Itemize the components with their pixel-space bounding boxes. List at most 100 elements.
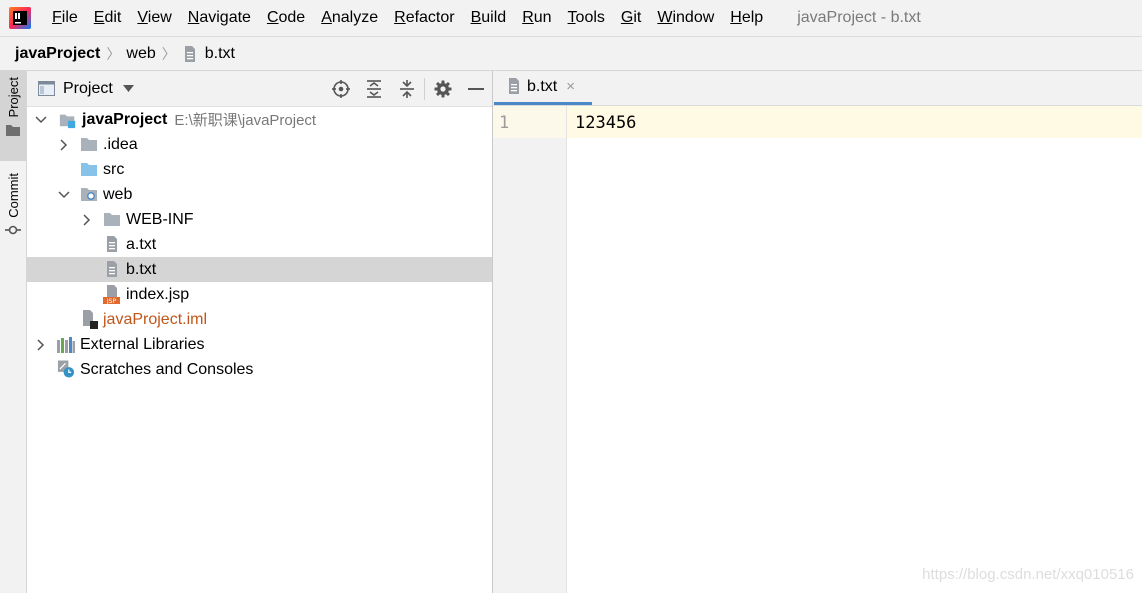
tree-node-index-jsp[interactable]: JSP index.jsp <box>27 282 492 307</box>
locate-icon <box>331 79 350 98</box>
menu-edit[interactable]: Edit <box>86 0 130 36</box>
text-file-icon <box>103 261 121 279</box>
menu-view[interactable]: View <box>129 0 179 36</box>
project-panel-title: Project <box>63 79 113 97</box>
close-icon[interactable]: × <box>566 78 575 95</box>
locate-button[interactable] <box>324 71 357 106</box>
menu-refactor[interactable]: Refactor <box>386 0 462 36</box>
project-panel: Project javaProject E:\新职课\javaProject .… <box>27 71 493 593</box>
tree-node-label: a.txt <box>126 235 157 253</box>
intellij-idea-icon[interactable] <box>9 7 31 29</box>
module-folder-icon <box>59 111 77 129</box>
chevron-down-icon[interactable] <box>122 85 134 92</box>
menu-bar: File Edit View Navigate Code Analyze Ref… <box>0 0 1142 37</box>
web-folder-icon <box>80 186 98 204</box>
window-title: javaProject - b.txt <box>797 9 921 26</box>
tool-tab-project-label: Project <box>5 77 21 118</box>
chevron-right-icon[interactable] <box>80 213 94 227</box>
watermark: https://blog.csdn.net/xxq010516 <box>922 566 1134 583</box>
collapse-all-button[interactable] <box>390 71 423 106</box>
breadcrumb-separator-icon: 〉 <box>106 45 121 62</box>
tree-node-b-txt[interactable]: b.txt <box>27 257 492 282</box>
tree-node-label: External Libraries <box>80 335 205 353</box>
tree-node-label: .idea <box>103 135 138 153</box>
project-tree: javaProject E:\新职课\javaProject .idea src <box>27 107 492 382</box>
project-panel-toolbar <box>324 71 492 106</box>
menu-code[interactable]: Code <box>259 0 313 36</box>
menu-help[interactable]: Help <box>722 0 771 36</box>
chevron-right-icon[interactable] <box>34 338 48 352</box>
breadcrumb-project[interactable]: javaProject <box>15 45 100 63</box>
menu-file[interactable]: File <box>44 0 86 36</box>
libraries-icon <box>57 336 75 354</box>
breadcrumb: javaProject 〉 web 〉 b.txt <box>0 37 1142 71</box>
tree-node-label: b.txt <box>126 260 157 278</box>
menu-analyze[interactable]: Analyze <box>313 0 386 36</box>
tree-node-external-libraries[interactable]: External Libraries <box>27 332 492 357</box>
tool-tab-project[interactable]: Project <box>0 71 26 161</box>
line-number: 1 <box>499 113 510 133</box>
breadcrumb-file-label: b.txt <box>204 44 235 62</box>
text-file-icon <box>103 236 121 254</box>
menu-run[interactable]: Run <box>514 0 559 36</box>
chevron-down-icon[interactable] <box>57 188 71 202</box>
chevron-right-icon[interactable] <box>57 138 71 152</box>
editor-tab-label: b.txt <box>527 77 558 95</box>
tree-node-idea[interactable]: .idea <box>27 132 492 157</box>
menu-git[interactable]: Git <box>613 0 649 36</box>
tree-node-label: javaProject <box>82 110 168 128</box>
tree-node-web-inf[interactable]: WEB-INF <box>27 207 492 232</box>
text-file-icon <box>509 78 519 94</box>
tool-window-strip: Project Commit <box>0 71 27 593</box>
scratches-icon <box>57 360 75 379</box>
settings-button[interactable] <box>426 71 459 106</box>
tree-node-scratches[interactable]: Scratches and Consoles <box>27 357 492 382</box>
breadcrumb-web[interactable]: web <box>126 45 155 63</box>
menu-tools[interactable]: Tools <box>560 0 613 36</box>
menu-build[interactable]: Build <box>463 0 515 36</box>
folder-icon <box>6 125 20 137</box>
breadcrumb-file[interactable]: b.txt <box>182 45 235 63</box>
menu-navigate[interactable]: Navigate <box>180 0 259 36</box>
menu-window[interactable]: Window <box>649 0 722 36</box>
editor-area: b.txt × 1 123456 https://blog.csdn.net/x… <box>493 71 1142 593</box>
expand-all-icon <box>366 79 381 98</box>
collapse-all-icon <box>399 79 414 98</box>
toolbar-separator <box>424 77 425 100</box>
folder-icon <box>80 136 98 154</box>
project-view-selector[interactable]: Project <box>38 80 134 98</box>
source-folder-icon <box>80 161 98 179</box>
project-view-icon <box>38 81 55 96</box>
expand-all-button[interactable] <box>357 71 390 106</box>
text-file-icon <box>184 45 195 62</box>
editor-tab-b-txt[interactable]: b.txt × <box>494 71 592 105</box>
tree-node-label: Scratches and Consoles <box>80 360 254 378</box>
tree-node-javaproject[interactable]: javaProject E:\新职课\javaProject <box>27 107 492 132</box>
tree-node-iml[interactable]: javaProject.iml <box>27 307 492 332</box>
jsp-file-icon: JSP <box>103 285 121 304</box>
chevron-down-icon[interactable] <box>34 113 48 127</box>
editor-text[interactable]: 123456 <box>575 113 636 133</box>
commit-icon <box>5 225 21 235</box>
tree-node-label: src <box>103 160 125 178</box>
tree-node-label: index.jsp <box>126 285 190 303</box>
tool-tab-commit-label: Commit <box>5 173 21 218</box>
folder-icon <box>103 211 121 229</box>
gear-icon <box>434 80 451 97</box>
tree-node-label: web <box>103 185 133 203</box>
tree-node-src[interactable]: src <box>27 157 492 182</box>
tree-node-web[interactable]: web <box>27 182 492 207</box>
tool-tab-commit[interactable]: Commit <box>0 167 26 247</box>
tree-node-a-txt[interactable]: a.txt <box>27 232 492 257</box>
project-panel-header: Project <box>27 71 492 107</box>
hide-panel-button[interactable] <box>459 71 492 106</box>
editor-tab-bar: b.txt × <box>493 71 1142 106</box>
iml-file-icon <box>80 310 98 329</box>
breadcrumb-separator-icon: 〉 <box>161 45 176 62</box>
svg-text:JSP: JSP <box>106 298 117 304</box>
hide-icon <box>467 87 484 90</box>
tree-node-label: javaProject.iml <box>103 310 208 328</box>
tree-node-label: WEB-INF <box>126 210 194 228</box>
current-line-highlight <box>567 106 1142 138</box>
tree-node-path: E:\新职课\javaProject <box>174 112 317 129</box>
